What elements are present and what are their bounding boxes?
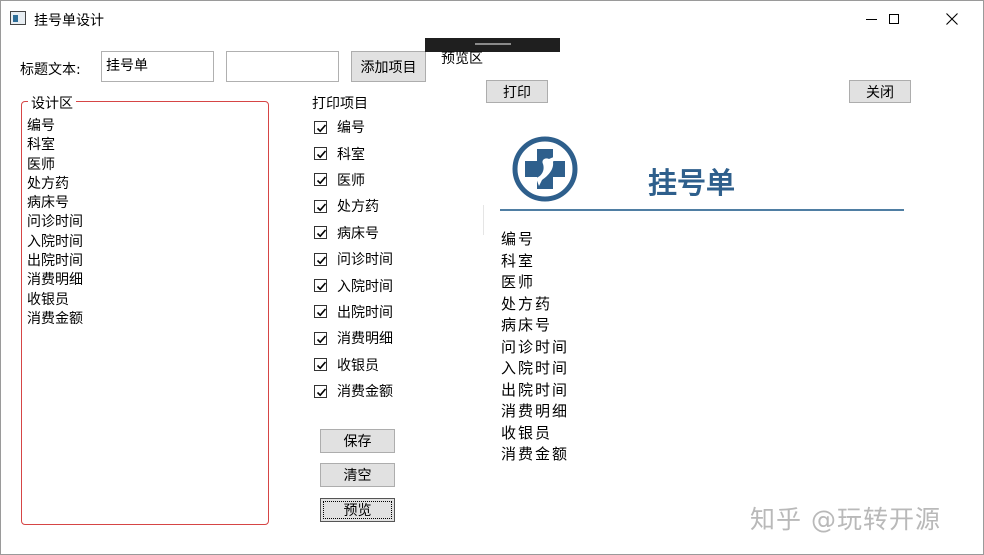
checkbox-checked-icon[interactable]	[314, 331, 327, 345]
preview-item: 入院时间	[501, 359, 570, 377]
checkbox-checked-icon[interactable]	[314, 226, 327, 240]
checkbox-checked-icon[interactable]	[314, 305, 327, 319]
close-window-button[interactable]	[929, 5, 975, 33]
design-item[interactable]: 入院时间	[27, 233, 83, 252]
preview-item: 医师	[501, 273, 536, 291]
heading-rule	[500, 209, 904, 211]
preview-divider	[483, 205, 484, 235]
print-item-checkbox[interactable]: 科室	[314, 140, 393, 166]
design-item[interactable]: 消费明细	[27, 271, 83, 290]
preview-item: 病床号	[501, 316, 553, 334]
design-item[interactable]: 消费金额	[27, 310, 83, 329]
checkbox-label: 消费明细	[337, 331, 393, 348]
checkbox-checked-icon[interactable]	[314, 120, 327, 134]
design-item[interactable]: 医师	[27, 156, 83, 175]
checkbox-checked-icon[interactable]	[314, 358, 327, 372]
design-item[interactable]: 出院时间	[27, 252, 83, 271]
print-item-checkbox[interactable]: 问诊时间	[314, 246, 393, 272]
preview-item: 科室	[501, 251, 536, 270]
checkbox-checked-icon[interactable]	[314, 147, 327, 161]
print-item-checkbox[interactable]: 消费明细	[314, 325, 393, 351]
print-item-checkbox[interactable]: 入院时间	[314, 272, 393, 298]
checkbox-label: 编号	[337, 120, 365, 137]
window-title: 挂号单设计	[34, 13, 104, 29]
checkbox-label: 医师	[337, 172, 365, 189]
print-item-checkbox[interactable]: 处方药	[314, 193, 393, 219]
preview-item: 问诊时间	[501, 337, 570, 356]
print-items-label: 打印项目	[312, 96, 368, 112]
preview-item: 处方药	[501, 294, 553, 313]
preview-item: 编号	[501, 230, 536, 248]
title-text-input[interactable]: 挂号单	[101, 51, 214, 82]
maximize-icon	[889, 14, 899, 24]
print-item-checkbox[interactable]: 医师	[314, 167, 393, 193]
preview-heading: 挂号单	[648, 166, 736, 200]
maximize-button[interactable]	[871, 5, 917, 33]
checkbox-checked-icon[interactable]	[314, 252, 327, 266]
watermark: 知乎 @玩转开源	[750, 505, 941, 534]
preview-button[interactable]: 预览	[320, 498, 395, 522]
preview-item: 消费明细	[501, 402, 570, 420]
design-item[interactable]: 收银员	[27, 291, 83, 310]
design-item[interactable]: 科室	[27, 136, 83, 155]
close-icon	[946, 13, 958, 25]
add-item-button[interactable]: 添加项目	[351, 51, 426, 82]
design-area-label: 设计区	[28, 93, 76, 113]
checkbox-label: 处方药	[337, 199, 379, 216]
save-button[interactable]: 保存	[320, 429, 395, 453]
clear-button[interactable]: 清空	[320, 463, 395, 487]
checkbox-checked-icon[interactable]	[314, 199, 327, 213]
print-item-checkbox[interactable]: 收银员	[314, 352, 393, 378]
checkbox-label: 收银员	[337, 357, 379, 374]
print-items-checklist: 编号 科室 医师 处方药 病床号 问诊时间 入院时间 出院时间 消费明细 收银员…	[314, 114, 393, 404]
checkbox-checked-icon[interactable]	[314, 384, 327, 398]
preview-item: 出院时间	[501, 380, 570, 399]
checkbox-label: 消费金额	[337, 384, 393, 401]
design-item[interactable]: 编号	[27, 117, 83, 136]
preview-area-label: 预览区	[441, 51, 483, 67]
design-item[interactable]: 问诊时间	[27, 213, 83, 232]
item-name-input[interactable]	[226, 51, 339, 82]
design-item[interactable]: 病床号	[27, 194, 83, 213]
checkbox-checked-icon[interactable]	[314, 279, 327, 293]
print-item-checkbox[interactable]: 消费金额	[314, 378, 393, 404]
preview-item-list: 编号 科室 医师 处方药 病床号 问诊时间 入院时间 出院时间 消费明细 收银员…	[501, 229, 569, 466]
close-button[interactable]: 关闭	[849, 80, 911, 103]
checkbox-label: 入院时间	[337, 278, 393, 295]
preview-item: 消费金额	[501, 445, 570, 463]
print-item-checkbox[interactable]: 病床号	[314, 220, 393, 246]
title-text-label: 标题文本:	[20, 62, 81, 78]
app-icon	[10, 11, 26, 25]
design-item-list: 编号 科室 医师 处方药 病床号 问诊时间 入院时间 出院时间 消费明细 收银员…	[27, 117, 83, 329]
checkbox-label: 科室	[337, 146, 365, 163]
checkbox-checked-icon[interactable]	[314, 173, 327, 187]
design-item[interactable]: 处方药	[27, 175, 83, 194]
checkbox-label: 问诊时间	[337, 252, 393, 269]
preview-item: 收银员	[501, 423, 553, 442]
checkbox-label: 病床号	[337, 225, 379, 242]
print-button[interactable]: 打印	[486, 80, 548, 103]
hospital-cross-logo-icon	[512, 136, 578, 206]
print-item-checkbox[interactable]: 编号	[314, 114, 393, 140]
print-item-checkbox[interactable]: 出院时间	[314, 299, 393, 325]
checkbox-label: 出院时间	[337, 304, 393, 321]
